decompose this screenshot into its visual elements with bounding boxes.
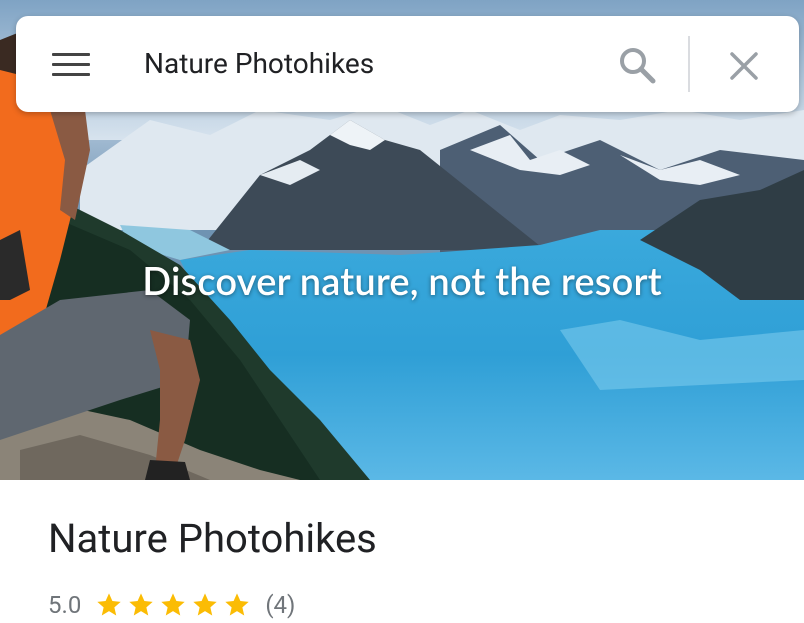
star-icon <box>129 593 153 616</box>
star-icon <box>193 593 217 616</box>
review-count-link[interactable]: (4) <box>265 591 295 619</box>
search-icon[interactable] <box>616 44 658 86</box>
star-icon <box>97 593 121 616</box>
star-rating <box>95 591 251 619</box>
star-icon <box>161 593 185 616</box>
rating-value: 5.0 <box>48 591 82 619</box>
place-title: Nature Photohikes <box>48 515 377 562</box>
hero-tagline: Discover nature, not the resort <box>142 258 662 304</box>
hamburger-menu-icon[interactable] <box>52 50 90 80</box>
rating-summary[interactable]: 5.0 (4) <box>48 588 295 622</box>
search-divider <box>688 36 690 92</box>
close-icon[interactable] <box>724 46 764 86</box>
search-input[interactable]: Nature Photohikes <box>144 47 374 80</box>
star-icon <box>225 593 249 616</box>
search-bar: Nature Photohikes <box>16 16 799 112</box>
